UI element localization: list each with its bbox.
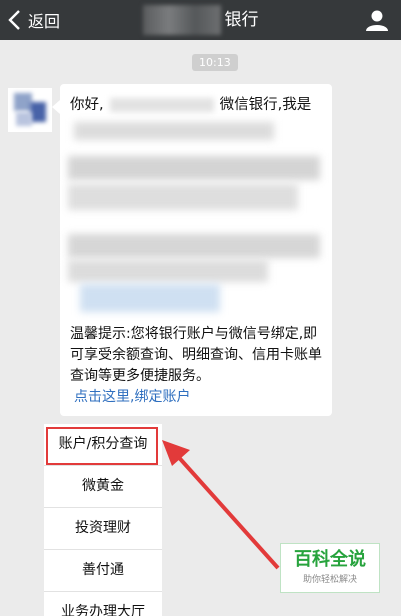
redacted-text-block [74, 122, 274, 140]
greeting-line: 你好, 微信银行,我是 [70, 94, 322, 116]
message-bubble: 你好, 微信银行,我是 温馨提示:您将银行账户与微信号绑定,即可享受余额查询、明… [52, 84, 332, 416]
sender-avatar[interactable] [8, 88, 52, 132]
menu-item-investment[interactable]: 投资理财 [44, 508, 162, 550]
redacted-image-block [80, 284, 220, 312]
greeting-end: 微信银行,我是 [219, 97, 312, 113]
blurred-bank-name [142, 5, 221, 35]
redacted-text-block [68, 260, 268, 282]
menu-item-payment[interactable]: 善付通 [44, 550, 162, 592]
tip-text: 温馨提示:您将银行账户与微信号绑定,即可享受余额查询、明细查询、信用卡账单查询等… [70, 326, 322, 384]
redacted-text-block [68, 234, 320, 258]
quick-reply-menu: 账户/积分查询 微黄金 投资理财 善付通 业务办理大厅 [44, 424, 162, 616]
watermark-subtitle: 助你轻松解决 [302, 575, 357, 585]
watermark-title: 百科全说 [294, 549, 366, 570]
redacted-text [109, 98, 214, 112]
title-suffix: 银行 [224, 10, 259, 30]
menu-item-business-hall[interactable]: 业务办理大厅 [44, 592, 162, 616]
annotation-arrow-icon [162, 440, 280, 570]
redacted-text-block [68, 156, 320, 180]
redacted-text-block [68, 184, 298, 210]
bind-account-link[interactable]: 点击这里,绑定账户 [70, 389, 190, 405]
menu-item-micro-gold[interactable]: 微黄金 [44, 466, 162, 508]
binding-tip: 温馨提示:您将银行账户与微信号绑定,即可享受余额查询、明细查询、信用卡账单查询等… [70, 324, 322, 408]
greeting-start: 你好, [70, 97, 104, 113]
page-title: 银行 [0, 0, 401, 40]
menu-item-account-points-query[interactable]: 账户/积分查询 [44, 424, 162, 466]
message-timestamp: 10:13 [192, 54, 238, 71]
top-nav-bar: 返回 银行 [0, 0, 401, 40]
watermark: 百科全说 助你轻松解决 [280, 543, 380, 593]
user-profile-icon[interactable] [365, 8, 389, 32]
